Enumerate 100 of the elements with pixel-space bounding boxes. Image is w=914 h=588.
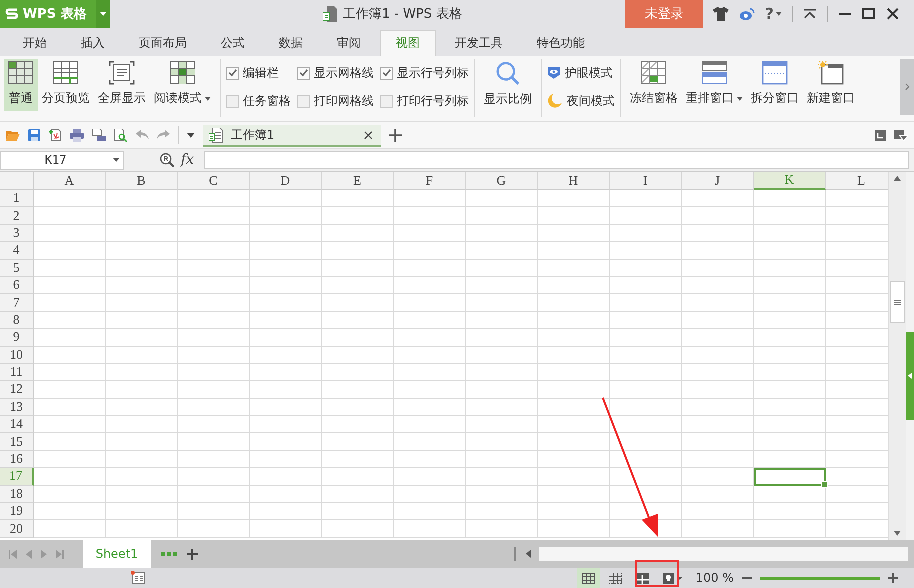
dropdown-icon[interactable] — [187, 132, 195, 138]
printer-icon[interactable] — [70, 128, 84, 142]
add-sheet-icon[interactable] — [187, 548, 198, 560]
view-button[interactable] — [576, 568, 600, 588]
sheet-list-icon[interactable] — [131, 571, 146, 585]
column-header[interactable]: J — [682, 172, 754, 190]
print-preview-icon[interactable] — [92, 128, 106, 142]
column-header[interactable]: I — [610, 172, 682, 190]
column-header[interactable]: B — [106, 172, 178, 190]
maximize-icon[interactable] — [862, 8, 876, 20]
checkbox[interactable] — [226, 66, 239, 80]
column-header[interactable]: C — [178, 172, 250, 190]
mode-button[interactable]: 夜间模式 — [547, 87, 615, 115]
preview-search-icon[interactable] — [114, 128, 128, 142]
scroll-left-icon[interactable] — [526, 550, 531, 558]
option-checkbox[interactable]: 打印网格线 — [297, 87, 374, 115]
sheet-tab[interactable]: Sheet1 — [83, 540, 151, 568]
close-icon[interactable] — [364, 130, 373, 140]
ribbon-tab[interactable]: 审阅 — [322, 30, 376, 56]
row-header[interactable]: 17 — [0, 468, 34, 486]
ribbon-tab[interactable]: 插入 — [66, 30, 120, 56]
close-icon[interactable] — [886, 8, 900, 20]
window-tool-button[interactable]: 冻结窗格 — [626, 59, 682, 111]
row-header[interactable]: 16 — [0, 450, 34, 468]
options-dropdown-icon[interactable] — [894, 130, 908, 140]
ribbon-tab[interactable]: 开发工具 — [440, 30, 518, 56]
folder-icon[interactable] — [6, 129, 20, 141]
option-checkbox[interactable]: 编辑栏 — [226, 59, 291, 87]
row-header[interactable]: 6 — [0, 276, 34, 294]
option-checkbox[interactable]: 打印行号列标 — [380, 87, 469, 115]
help-button[interactable]: ? — [765, 5, 782, 23]
selected-cell[interactable] — [754, 468, 826, 486]
export-pdf-icon[interactable] — [49, 128, 62, 142]
option-checkbox[interactable]: 显示行号列标 — [380, 59, 469, 87]
row-header[interactable]: 20 — [0, 520, 34, 538]
row-header[interactable]: 10 — [0, 346, 34, 364]
row-header[interactable]: 11 — [0, 364, 34, 382]
option-checkbox[interactable]: 显示网格线 — [297, 59, 374, 87]
zoom-in-icon[interactable] — [888, 573, 898, 583]
column-header[interactable]: H — [538, 172, 610, 190]
ribbon-tab[interactable]: 数据 — [264, 30, 318, 56]
column-header[interactable]: F — [394, 172, 466, 190]
column-header[interactable]: A — [34, 172, 106, 190]
checkbox[interactable] — [297, 66, 310, 80]
checkbox[interactable] — [380, 66, 393, 80]
scroll-thumb[interactable] — [890, 281, 905, 323]
view-mode-button[interactable]: 普通 — [4, 59, 38, 111]
mode-button[interactable]: 护眼模式 — [547, 59, 615, 87]
row-header[interactable]: 13 — [0, 398, 34, 416]
row-header[interactable]: 5 — [0, 260, 34, 277]
scroll-up-icon[interactable] — [894, 176, 901, 181]
save-icon[interactable] — [28, 128, 41, 142]
row-header[interactable]: 15 — [0, 433, 34, 451]
row-header[interactable]: 9 — [0, 329, 34, 347]
row-header[interactable]: 8 — [0, 312, 34, 330]
column-header[interactable]: L — [826, 172, 888, 190]
formula-input[interactable] — [204, 151, 909, 169]
row-header[interactable]: 19 — [0, 503, 34, 520]
column-header[interactable]: G — [466, 172, 538, 190]
checkbox[interactable] — [380, 94, 393, 108]
shirt-icon[interactable] — [713, 7, 730, 21]
row-header[interactable]: 18 — [0, 486, 34, 504]
view-mode-button[interactable]: 全屏显示 — [94, 59, 150, 111]
window-tool-button[interactable]: 拆分窗口 — [747, 59, 803, 111]
row-header[interactable]: 7 — [0, 294, 34, 312]
function-label[interactable]: fx — [181, 152, 194, 168]
scroll-down-icon[interactable] — [894, 531, 901, 536]
window-tool-button[interactable]: 新建窗口 — [803, 59, 859, 111]
add-tab-icon[interactable] — [389, 128, 402, 142]
layout-icon[interactable] — [875, 130, 886, 140]
column-header[interactable]: E — [322, 172, 394, 190]
checkbox[interactable] — [226, 94, 239, 108]
name-box[interactable]: K17 — [0, 150, 124, 170]
row-header[interactable]: 3 — [0, 224, 34, 242]
window-tool-button[interactable]: 重排窗口 — [682, 59, 747, 111]
row-header[interactable]: 12 — [0, 381, 34, 399]
checkbox[interactable] — [297, 94, 310, 108]
horizontal-scrollbar[interactable] — [514, 547, 908, 561]
ribbon-tab[interactable]: 公式 — [206, 30, 260, 56]
view-mode-button[interactable]: 阅读模式 — [150, 59, 215, 111]
row-header[interactable]: 4 — [0, 242, 34, 260]
vertical-scrollbar[interactable] — [888, 172, 906, 540]
side-panel-strip[interactable] — [906, 172, 914, 540]
caret-icon — [113, 158, 120, 162]
ribbon-tab[interactable]: 开始 — [8, 30, 62, 56]
ribbon-tab[interactable]: 特色功能 — [522, 30, 600, 56]
document-tab[interactable]: 工作簿1 — [203, 125, 381, 147]
ribbon-tab[interactable]: 页面布局 — [124, 30, 202, 56]
view-mode-button[interactable]: 分页预览 — [38, 59, 94, 111]
ribbon-tab[interactable]: 视图 — [380, 30, 436, 56]
column-header[interactable]: K — [754, 172, 826, 190]
row-header[interactable]: 1 — [0, 190, 34, 208]
row-header[interactable]: 2 — [0, 207, 34, 225]
collapse-ribbon-icon[interactable] — [803, 9, 817, 19]
row-header[interactable]: 14 — [0, 416, 34, 434]
column-header[interactable]: D — [250, 172, 322, 190]
app-menu-button[interactable] — [96, 0, 110, 28]
zoom-icon[interactable] — [160, 152, 175, 168]
option-checkbox[interactable]: 任务窗格 — [226, 87, 291, 115]
zoom-ratio-button[interactable]: 显示比例 — [480, 59, 536, 111]
